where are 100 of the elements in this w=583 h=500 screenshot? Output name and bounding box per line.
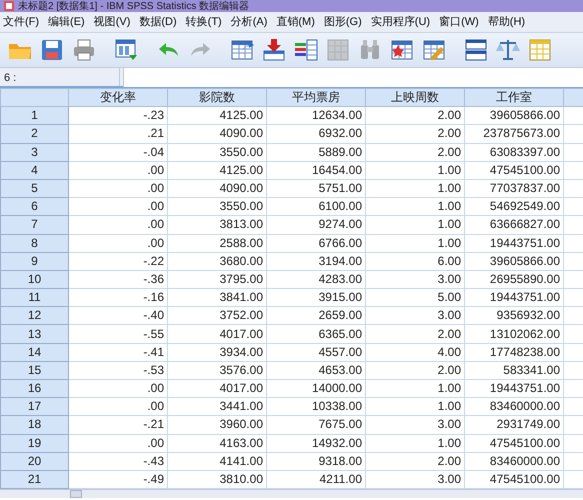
- table-cell[interactable]: 77037837.00: [464, 179, 564, 198]
- table-cell[interactable]: 1.00: [366, 161, 464, 180]
- row-header[interactable]: 7: [0, 216, 68, 234]
- scroll-left-button[interactable]: [70, 490, 82, 498]
- table-cell[interactable]: 3813.00: [168, 216, 266, 234]
- row-header[interactable]: 12: [0, 306, 68, 325]
- table-cell[interactable]: 1.00: [366, 179, 464, 198]
- table-cell[interactable]: -.16: [68, 288, 168, 307]
- column-header[interactable]: 变化率: [68, 88, 168, 107]
- table-cell[interactable]: 2588.00: [168, 234, 266, 252]
- table-cell[interactable]: 4557.00: [266, 343, 366, 362]
- row-header[interactable]: 3: [0, 143, 68, 162]
- menu-item[interactable]: 窗口(W): [436, 14, 482, 30]
- table-cell[interactable]: 6365.00: [266, 324, 366, 344]
- table-cell[interactable]: -.53: [68, 361, 168, 380]
- table-cell[interactable]: 4017.00: [168, 380, 266, 398]
- table-cell[interactable]: 6100.00: [266, 198, 366, 216]
- row-header[interactable]: 17: [0, 398, 68, 416]
- table-cell[interactable]: .00: [68, 398, 168, 416]
- table-cell[interactable]: -.21: [68, 416, 168, 434]
- table-cell[interactable]: 16454.00: [266, 161, 366, 180]
- table-cell[interactable]: 1.00: [366, 398, 464, 416]
- table-cell[interactable]: 3915.00: [266, 288, 366, 307]
- table-cell[interactable]: -.40: [68, 306, 168, 325]
- table-cell[interactable]: .00: [68, 434, 168, 452]
- column-header[interactable]: 上映周数: [366, 88, 464, 107]
- table-cell[interactable]: 4090.00: [168, 124, 266, 144]
- row-header[interactable]: 2: [0, 124, 68, 144]
- table-cell[interactable]: 4090.00: [168, 179, 266, 198]
- table-cell[interactable]: .00: [68, 198, 168, 216]
- table-cell[interactable]: 4125.00: [168, 161, 266, 180]
- table-cell[interactable]: 3841.00: [168, 288, 266, 307]
- table-cell[interactable]: 14932.00: [266, 434, 366, 452]
- table-cell[interactable]: 3934.00: [168, 343, 266, 362]
- table-cell[interactable]: 4283.00: [266, 270, 366, 289]
- menu-item[interactable]: 直销(M): [273, 14, 318, 30]
- table-cell[interactable]: 19443751.00: [464, 288, 564, 307]
- table-cell[interactable]: 39605866.00: [464, 252, 564, 270]
- table-cell[interactable]: 3.00: [366, 270, 464, 289]
- row-header[interactable]: 4: [0, 161, 68, 180]
- cell-editor-field[interactable]: [123, 68, 583, 87]
- table-cell[interactable]: 3550.00: [168, 143, 266, 162]
- table-cell[interactable]: 7675.00: [266, 416, 366, 434]
- table-cell[interactable]: 1.00: [366, 198, 464, 216]
- row-header[interactable]: 20: [0, 452, 68, 470]
- table-cell[interactable]: -.36: [68, 270, 168, 289]
- menu-item[interactable]: 实用程序(U): [368, 14, 434, 30]
- table-cell[interactable]: 47545100.00: [464, 161, 564, 180]
- table-cell[interactable]: -.55: [68, 324, 168, 344]
- table-cell[interactable]: .00: [68, 380, 168, 398]
- table-cell[interactable]: 26955890.00: [464, 270, 564, 289]
- row-header[interactable]: 15: [0, 361, 68, 380]
- column-header[interactable]: 工作室: [464, 88, 564, 107]
- table-cell[interactable]: 2.00: [366, 361, 464, 380]
- menu-item[interactable]: 帮助(H): [484, 14, 528, 30]
- table-cell[interactable]: 12634.00: [266, 106, 366, 125]
- column-header[interactable]: 平均票房: [266, 88, 366, 107]
- menu-item[interactable]: 编辑(E): [45, 14, 88, 30]
- table-cell[interactable]: 3960.00: [168, 416, 266, 434]
- table-cell[interactable]: 3680.00: [168, 252, 266, 270]
- table-cell[interactable]: 2931749.00: [464, 416, 564, 434]
- table-cell[interactable]: 54692549.00: [464, 198, 564, 216]
- table-cell[interactable]: 6766.00: [266, 234, 366, 252]
- table-cell[interactable]: 4163.00: [168, 434, 266, 452]
- table-cell[interactable]: -.23: [68, 106, 168, 125]
- row-header[interactable]: 5: [0, 179, 68, 198]
- row-header[interactable]: 1: [0, 106, 68, 125]
- table-cell[interactable]: .00: [68, 161, 168, 180]
- table-cell[interactable]: 2659.00: [266, 306, 366, 325]
- table-cell[interactable]: 19443751.00: [464, 234, 564, 252]
- table-cell[interactable]: 3550.00: [168, 198, 266, 216]
- table-cell[interactable]: 5889.00: [266, 143, 366, 162]
- table-cell[interactable]: 4.00: [366, 343, 464, 362]
- table-cell[interactable]: 2.00: [366, 124, 464, 144]
- row-header[interactable]: 16: [0, 380, 68, 398]
- table-cell[interactable]: .00: [68, 179, 168, 198]
- table-cell[interactable]: 237875673.00: [464, 124, 564, 144]
- table-cell[interactable]: 3752.00: [168, 306, 266, 325]
- menu-item[interactable]: 文件(F): [0, 14, 42, 30]
- table-cell[interactable]: 47545100.00: [464, 434, 564, 452]
- table-cell[interactable]: -.43: [68, 452, 168, 470]
- table-cell[interactable]: 83460000.00: [464, 398, 564, 416]
- row-header[interactable]: 9: [0, 252, 68, 270]
- table-cell[interactable]: 5751.00: [266, 179, 366, 198]
- table-cell[interactable]: 4141.00: [168, 452, 266, 470]
- table-cell[interactable]: 17748238.00: [464, 343, 564, 362]
- table-cell[interactable]: 1.00: [366, 434, 464, 452]
- table-cell[interactable]: 1.00: [366, 216, 464, 234]
- menu-item[interactable]: 转换(T): [182, 14, 225, 30]
- table-cell[interactable]: .00: [68, 234, 168, 252]
- table-cell[interactable]: 3194.00: [266, 252, 366, 270]
- table-cell[interactable]: 2.00: [366, 452, 464, 470]
- row-header[interactable]: 21: [0, 470, 68, 489]
- table-cell[interactable]: -.41: [68, 343, 168, 362]
- table-cell[interactable]: 4653.00: [266, 361, 366, 380]
- table-cell[interactable]: 10338.00: [266, 398, 366, 416]
- table-cell[interactable]: 2.00: [366, 106, 464, 125]
- row-header[interactable]: 18: [0, 416, 68, 434]
- table-cell[interactable]: -.22: [68, 252, 168, 270]
- table-cell[interactable]: 9356932.00: [464, 306, 564, 325]
